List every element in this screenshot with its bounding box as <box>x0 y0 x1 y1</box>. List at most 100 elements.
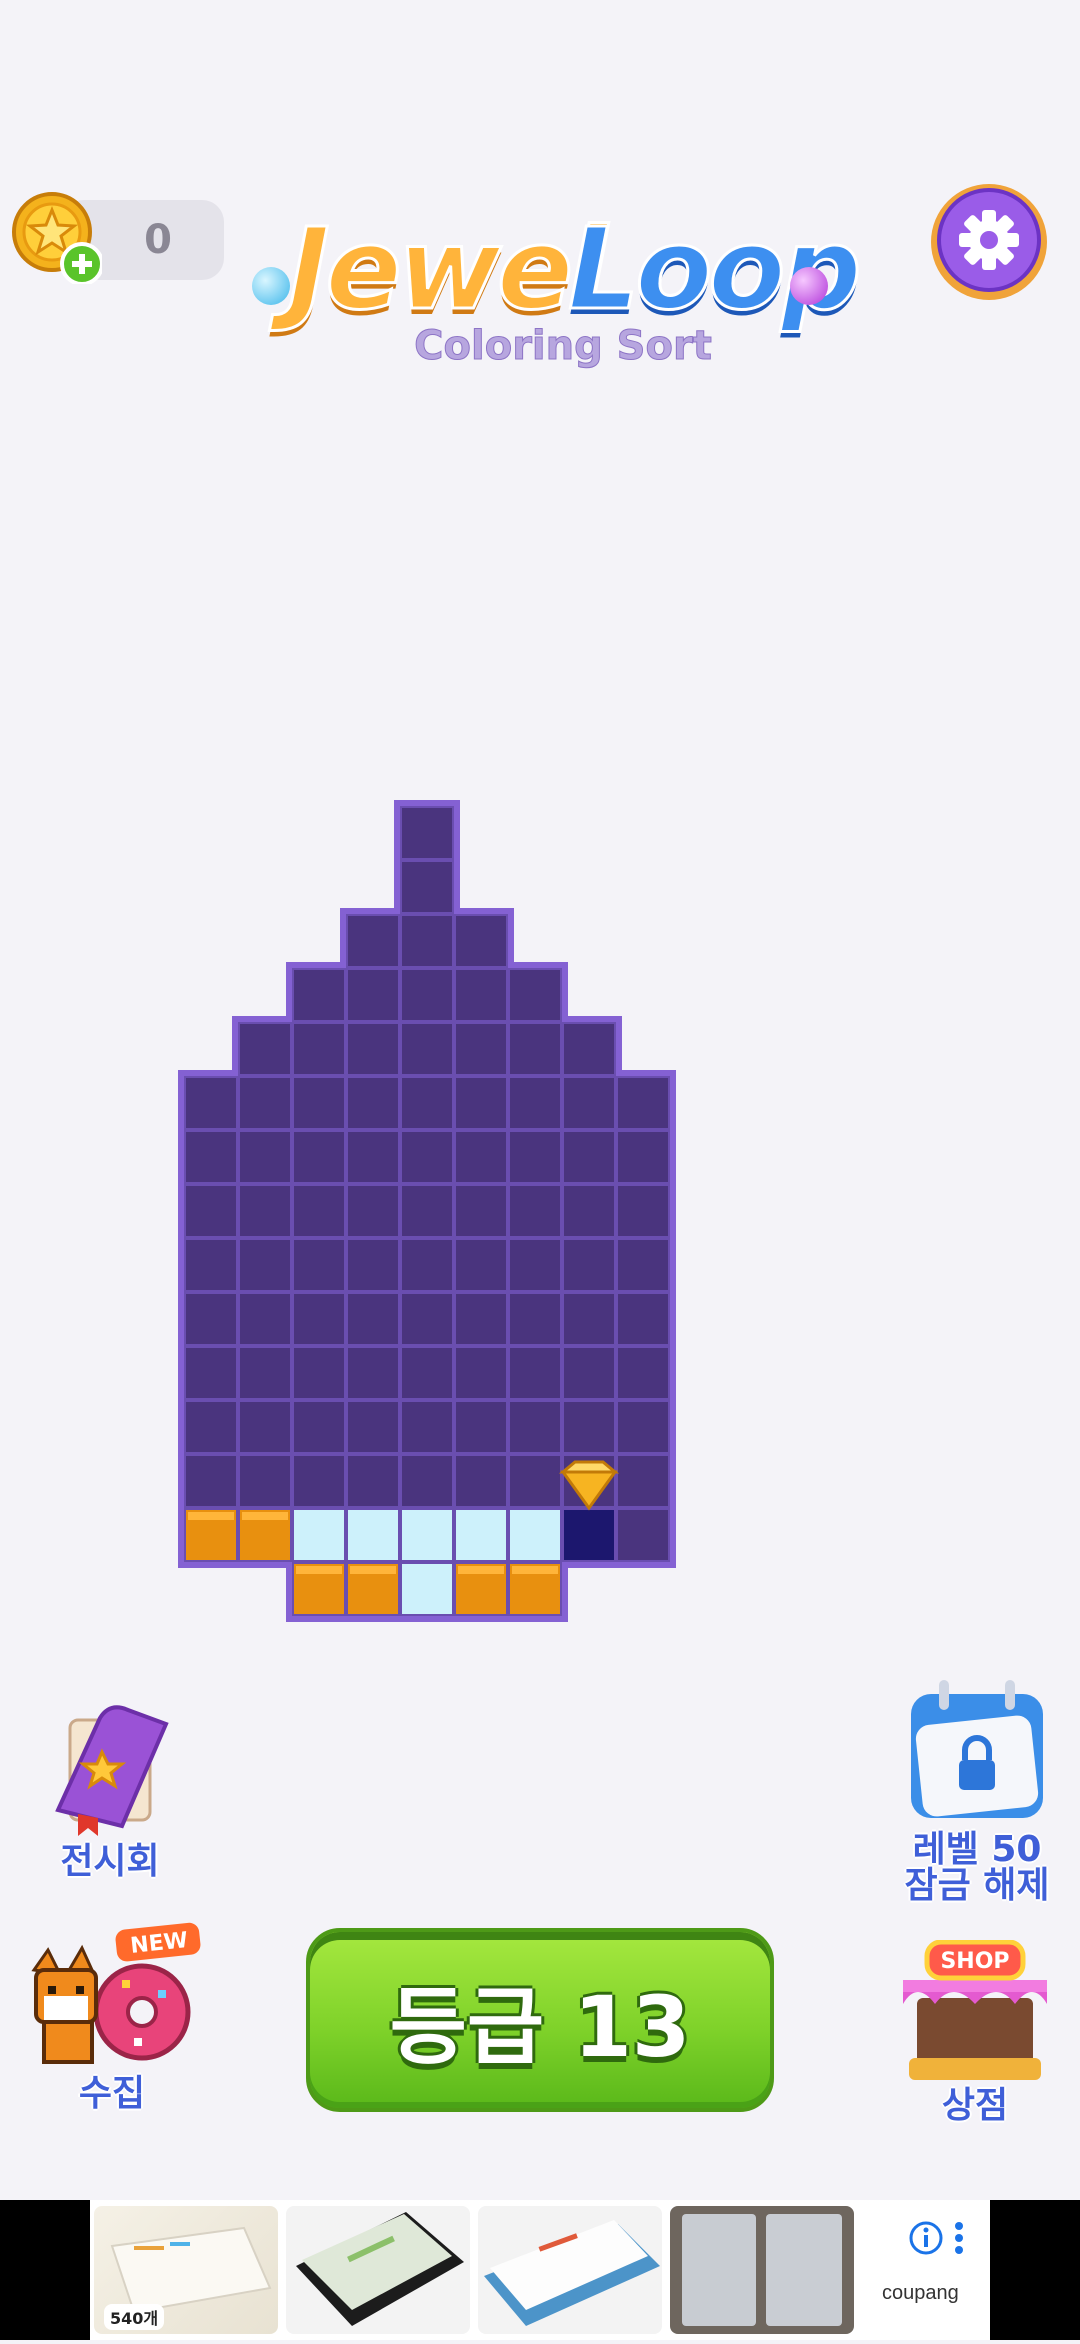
board-cell[interactable] <box>616 1238 670 1292</box>
board-cell[interactable] <box>238 1400 292 1454</box>
board-cell[interactable] <box>508 1454 562 1508</box>
board-cell[interactable] <box>400 1400 454 1454</box>
board-cell[interactable] <box>562 1022 616 1076</box>
board-cell[interactable] <box>238 1130 292 1184</box>
jewel-cell[interactable] <box>400 1562 454 1616</box>
board-cell[interactable] <box>562 1346 616 1400</box>
board-cell[interactable] <box>346 1346 400 1400</box>
board-cell[interactable] <box>346 914 400 968</box>
board-cell[interactable] <box>292 1454 346 1508</box>
board-cell[interactable] <box>616 1346 670 1400</box>
board-cell[interactable] <box>400 1130 454 1184</box>
board-cell[interactable] <box>346 1184 400 1238</box>
board-cell[interactable] <box>238 1184 292 1238</box>
board-cell[interactable] <box>184 1076 238 1130</box>
jewel-cell[interactable] <box>400 1508 454 1562</box>
board-cell[interactable] <box>346 1076 400 1130</box>
ad-product-3[interactable] <box>478 2206 662 2334</box>
board-cell[interactable] <box>292 1346 346 1400</box>
board-cell[interactable] <box>400 1184 454 1238</box>
board-cell[interactable] <box>400 1292 454 1346</box>
board-cell[interactable] <box>292 1022 346 1076</box>
board-cell[interactable] <box>454 1184 508 1238</box>
board-cell[interactable] <box>454 1454 508 1508</box>
board-cell[interactable] <box>616 1184 670 1238</box>
ad-product-4[interactable] <box>670 2206 854 2334</box>
board-cell[interactable] <box>454 968 508 1022</box>
board-cell[interactable] <box>508 1400 562 1454</box>
jewel-cell[interactable] <box>292 1508 346 1562</box>
board-cell[interactable] <box>184 1238 238 1292</box>
board-cell[interactable] <box>238 1076 292 1130</box>
board-cell[interactable] <box>562 1238 616 1292</box>
board-cell[interactable] <box>400 914 454 968</box>
board-cell[interactable] <box>508 1130 562 1184</box>
collection-button[interactable]: NEW 수집 <box>22 1922 202 2112</box>
board-cell[interactable] <box>508 1238 562 1292</box>
ad-product-2[interactable] <box>286 2206 470 2334</box>
board-cell[interactable] <box>562 1184 616 1238</box>
board-cell[interactable] <box>346 1130 400 1184</box>
board-cell[interactable] <box>508 1292 562 1346</box>
board-cell[interactable] <box>400 1238 454 1292</box>
board-cell[interactable] <box>616 1400 670 1454</box>
info-icon[interactable] <box>908 2220 944 2256</box>
exhibition-button[interactable]: 전시회 <box>30 1690 190 1880</box>
board-cell[interactable] <box>292 1130 346 1184</box>
board-cell[interactable] <box>562 1292 616 1346</box>
board-cell[interactable] <box>184 1454 238 1508</box>
board-cell[interactable] <box>454 1238 508 1292</box>
board-cell[interactable] <box>454 914 508 968</box>
board-cell[interactable] <box>454 1292 508 1346</box>
board-cell[interactable] <box>238 1346 292 1400</box>
board-cell[interactable] <box>292 1076 346 1130</box>
board-cell[interactable] <box>184 1346 238 1400</box>
board-cell[interactable] <box>562 1130 616 1184</box>
board-cell[interactable] <box>346 1292 400 1346</box>
board-cell[interactable] <box>616 1130 670 1184</box>
board-cell[interactable] <box>508 1346 562 1400</box>
board-cell[interactable] <box>616 1292 670 1346</box>
shop-button[interactable]: SHOP 상점 <box>890 1939 1060 2124</box>
board-cell[interactable] <box>562 1076 616 1130</box>
jewel-cell[interactable] <box>454 1508 508 1562</box>
board-cell[interactable] <box>292 968 346 1022</box>
board-cell[interactable] <box>346 1022 400 1076</box>
jewel-cell[interactable] <box>346 1508 400 1562</box>
board-cell[interactable] <box>616 1508 670 1562</box>
board-cell[interactable] <box>346 1238 400 1292</box>
board-cell[interactable] <box>238 1292 292 1346</box>
board-cell[interactable] <box>292 1400 346 1454</box>
locked-feature-button[interactable]: 레벨 50 잠금 해제 <box>892 1668 1062 1904</box>
jewel-cell[interactable] <box>508 1508 562 1562</box>
board-cell[interactable] <box>454 1346 508 1400</box>
board-cell[interactable] <box>400 806 454 860</box>
board-cell[interactable] <box>508 1076 562 1130</box>
board-cell[interactable] <box>400 968 454 1022</box>
board-cell[interactable] <box>346 1400 400 1454</box>
board-cell[interactable] <box>508 1184 562 1238</box>
board-cell[interactable] <box>562 1400 616 1454</box>
board-cell[interactable] <box>400 1454 454 1508</box>
ad-product-1[interactable]: 540개 <box>94 2206 278 2334</box>
board-cell[interactable] <box>400 860 454 914</box>
board-cell[interactable] <box>292 1184 346 1238</box>
board-cell[interactable] <box>454 1076 508 1130</box>
board-cell[interactable] <box>454 1400 508 1454</box>
board-cell[interactable] <box>184 1184 238 1238</box>
board-cell[interactable] <box>400 1022 454 1076</box>
board-cell[interactable] <box>184 1130 238 1184</box>
play-level-button[interactable]: 등급 13 <box>306 1928 774 2112</box>
board-cell[interactable] <box>508 968 562 1022</box>
board-cell[interactable] <box>508 1022 562 1076</box>
board-cell[interactable] <box>238 1022 292 1076</box>
board-cell[interactable] <box>616 1076 670 1130</box>
board-cell[interactable] <box>184 1400 238 1454</box>
board-cell[interactable] <box>238 1454 292 1508</box>
board-cell[interactable] <box>238 1238 292 1292</box>
board-cell[interactable] <box>184 1292 238 1346</box>
board-cell[interactable] <box>616 1454 670 1508</box>
jewel-cell[interactable] <box>562 1508 616 1562</box>
board-cell[interactable] <box>346 1454 400 1508</box>
board-cell[interactable] <box>400 1346 454 1400</box>
